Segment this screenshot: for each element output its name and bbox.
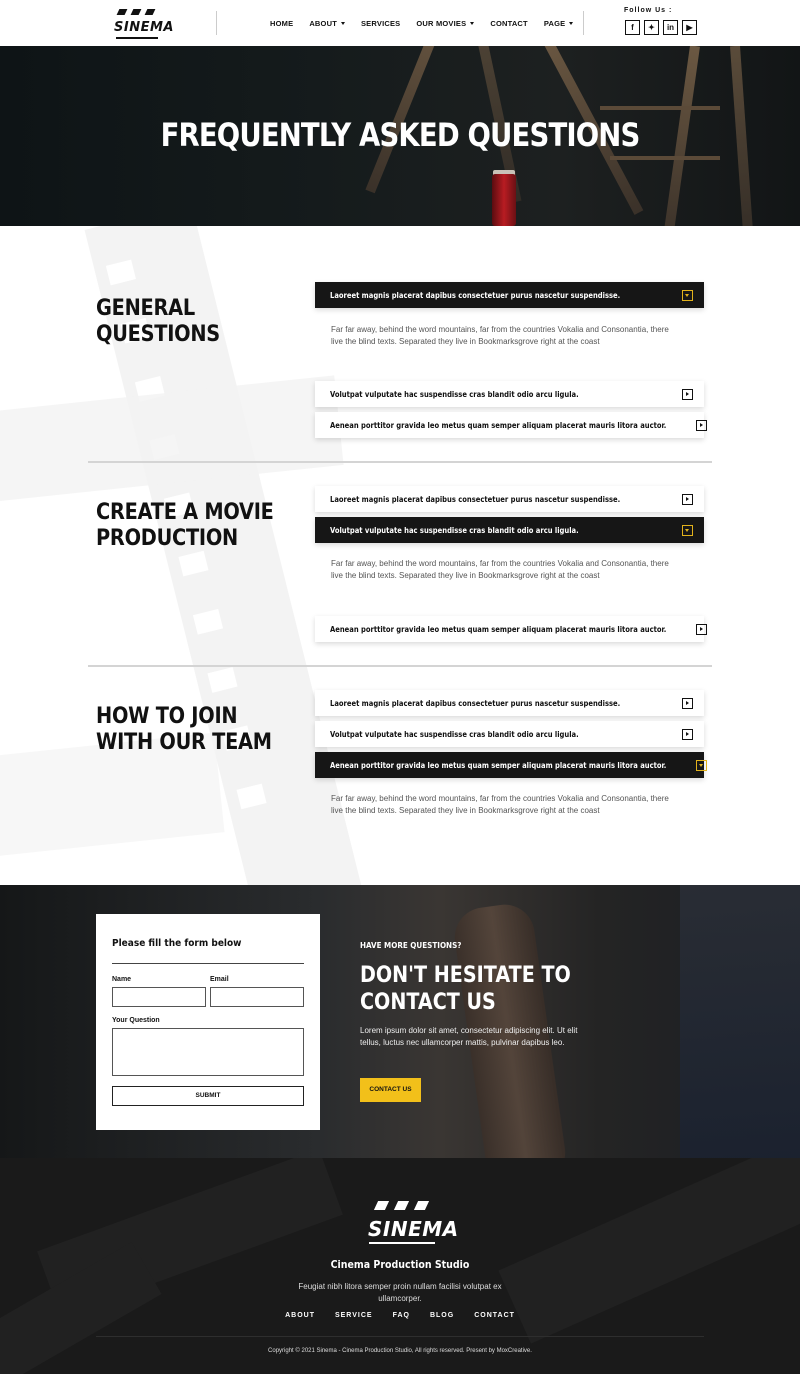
chevron-down-icon xyxy=(569,22,574,26)
brand-logo[interactable]: SINEMA xyxy=(114,8,173,40)
expand-icon xyxy=(682,388,693,400)
brand-name: SINEMA xyxy=(114,20,174,35)
faq-question-text: Laoreet magnis placerat dapibus consecte… xyxy=(330,290,621,300)
faq-question[interactable]: Volutpat vulputate hac suspendisse cras … xyxy=(315,381,704,407)
question-form: Please fill the form below Name Email Yo… xyxy=(96,914,320,1130)
follow-us-label: Follow Us : xyxy=(624,7,673,14)
faq-question-text: Aenean porttitor gravida leo metus quam … xyxy=(330,420,667,430)
section-title: GENERAL QUESTIONS xyxy=(96,296,220,347)
nav-item-contact[interactable]: CONTACT xyxy=(490,19,528,28)
question-label: Your Question xyxy=(112,1017,160,1024)
section-title: HOW TO JOIN WITH OUR TEAM xyxy=(96,704,272,755)
collapse-icon xyxy=(695,759,707,771)
divider xyxy=(583,11,584,35)
footer-description: Feugiat nibh litora semper proin nullam … xyxy=(298,1282,502,1303)
faq-question-text: Aenean porttitor gravida leo metus quam … xyxy=(330,624,667,634)
contact-section: Please fill the form below Name Email Yo… xyxy=(0,885,800,1158)
main-nav: HOME ABOUT SERVICES OUR MOVIES CONTACT PAGE xyxy=(262,0,581,46)
email-label: Email xyxy=(210,976,229,983)
footer-link-faq[interactable]: FAQ xyxy=(393,1312,410,1319)
faq-question-text: Laoreet magnis placerat dapibus consecte… xyxy=(330,494,621,504)
footer-link-about[interactable]: ABOUT xyxy=(285,1312,315,1319)
footer-link-service[interactable]: SERVICE xyxy=(335,1312,373,1319)
expand-icon xyxy=(682,697,693,709)
faq-question[interactable]: Laoreet magnis placerat dapibus consecte… xyxy=(315,282,704,308)
nav-item-page[interactable]: PAGE xyxy=(544,19,574,28)
faq-answer: Far far away, behind the word mountains,… xyxy=(331,559,669,580)
footer-link-contact[interactable]: CONTACT xyxy=(474,1312,515,1319)
nav-item-about[interactable]: ABOUT xyxy=(309,19,345,28)
linkedin-icon[interactable]: in xyxy=(663,20,678,35)
expand-icon xyxy=(695,623,707,635)
faq-question[interactable]: Volutpat vulputate hac suspendisse cras … xyxy=(315,721,704,747)
site-footer: SINEMA Cinema Production Studio Feugiat … xyxy=(0,1158,800,1374)
collapse-icon xyxy=(682,524,693,536)
form-title: Please fill the form below xyxy=(112,938,242,949)
faq-question-text: Volutpat vulputate hac suspendisse cras … xyxy=(330,525,579,535)
copyright: Copyright © 2021 Sinema - Cinema Product… xyxy=(268,1348,532,1354)
film-canister xyxy=(492,174,516,226)
section-title: CREATE A MOVIE PRODUCTION xyxy=(96,500,274,551)
question-textarea[interactable] xyxy=(112,1028,304,1076)
contact-title: DON'T HESITATE TO CONTACT US xyxy=(360,963,571,1015)
faq-question-text: Laoreet magnis placerat dapibus consecte… xyxy=(330,698,621,708)
divider xyxy=(216,11,217,35)
name-input[interactable] xyxy=(112,987,206,1007)
faq-question-text: Aenean porttitor gravida leo metus quam … xyxy=(330,760,667,770)
expand-icon xyxy=(682,493,693,505)
contact-text: Lorem ipsum dolor sit amet, consectetur … xyxy=(360,1026,578,1047)
clapperboard-icon xyxy=(116,8,158,17)
footer-logo[interactable]: SINEMA xyxy=(366,1200,458,1246)
nav-item-our-movies[interactable]: OUR MOVIES xyxy=(416,19,475,28)
chevron-down-icon xyxy=(470,22,475,26)
faq-answer: Far far away, behind the word mountains,… xyxy=(331,325,669,346)
contact-kicker: HAVE MORE QUESTIONS? xyxy=(360,941,462,950)
faq-question[interactable]: Laoreet magnis placerat dapibus consecte… xyxy=(315,690,704,716)
faq-question[interactable]: Laoreet magnis placerat dapibus consecte… xyxy=(315,486,704,512)
hero-banner: FREQUENTLY ASKED QUESTIONS xyxy=(0,46,800,226)
twitter-icon[interactable]: ✦ xyxy=(644,20,659,35)
submit-button[interactable]: SUBMIT xyxy=(112,1086,304,1106)
nav-item-services[interactable]: SERVICES xyxy=(361,19,400,28)
faq-question[interactable]: Volutpat vulputate hac suspendisse cras … xyxy=(315,517,704,543)
page-title: FREQUENTLY ASKED QUESTIONS xyxy=(160,116,641,154)
collapse-icon xyxy=(682,289,693,301)
email-input[interactable] xyxy=(210,987,304,1007)
faq-question[interactable]: Aenean porttitor gravida leo metus quam … xyxy=(315,752,707,778)
section-divider xyxy=(88,665,712,667)
name-label: Name xyxy=(112,976,132,983)
chevron-down-icon xyxy=(340,22,345,26)
faq-question-text: Volutpat vulputate hac suspendisse cras … xyxy=(330,729,579,739)
youtube-icon[interactable]: ▶ xyxy=(682,20,697,35)
footer-brand-name: SINEMA xyxy=(368,1217,459,1241)
faq-question[interactable]: Aenean porttitor gravida leo metus quam … xyxy=(315,412,707,438)
faq-section: GENERAL QUESTIONS Laoreet magnis placerat… xyxy=(0,226,800,885)
contact-us-button[interactable]: CONTACT US xyxy=(360,1078,421,1102)
faq-question[interactable]: Aenean porttitor gravida leo metus quam … xyxy=(315,616,707,642)
site-header: SINEMA HOME ABOUT SERVICES OUR MOVIES CONTAC… xyxy=(0,0,800,46)
footer-title: Cinema Production Studio xyxy=(330,1259,470,1271)
nav-item-home[interactable]: HOME xyxy=(270,19,293,28)
faq-answer: Far far away, behind the word mountains,… xyxy=(331,794,669,815)
section-divider xyxy=(88,461,712,463)
social-links: f ✦ in ▶ xyxy=(625,20,697,35)
clapperboard-icon xyxy=(373,1200,434,1212)
footer-nav: ABOUT SERVICE FAQ BLOG CONTACT xyxy=(0,1312,800,1319)
footer-link-blog[interactable]: BLOG xyxy=(430,1312,454,1319)
facebook-icon[interactable]: f xyxy=(625,20,640,35)
expand-icon xyxy=(682,728,693,740)
expand-icon xyxy=(695,419,707,431)
faq-question-text: Volutpat vulputate hac suspendisse cras … xyxy=(330,389,579,399)
